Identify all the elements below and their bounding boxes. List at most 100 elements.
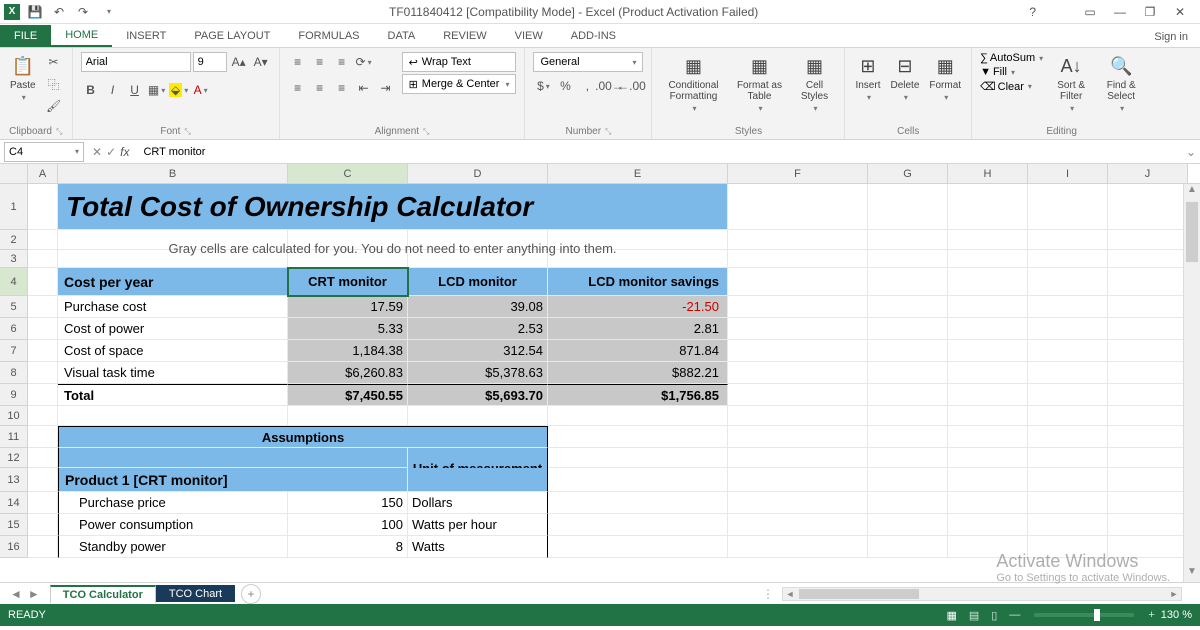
cell[interactable] [1028, 184, 1108, 230]
cell[interactable]: Total [58, 384, 288, 406]
row-header-8[interactable]: 8 [0, 362, 28, 384]
cell[interactable] [1108, 384, 1188, 406]
cell[interactable] [1028, 492, 1108, 514]
cell[interactable] [948, 362, 1028, 384]
cell[interactable] [28, 384, 58, 406]
fill-button[interactable]: ▼Fill▾ [980, 66, 1043, 78]
scroll-left-icon[interactable]: ◄ [783, 588, 797, 600]
cell[interactable] [1108, 268, 1188, 296]
cell[interactable] [1028, 468, 1108, 492]
cell[interactable]: 39.08 [408, 296, 548, 318]
undo-icon[interactable]: ↶ [50, 3, 68, 21]
row-header-2[interactable]: 2 [0, 230, 28, 250]
fill-color-button[interactable]: ⬙▾ [169, 80, 189, 100]
cell[interactable]: 2.53 [408, 318, 548, 340]
cell[interactable] [728, 250, 868, 268]
cell[interactable] [28, 448, 58, 468]
cell[interactable] [728, 362, 868, 384]
increase-indent-icon[interactable]: ⇥ [376, 78, 396, 98]
col-header-J[interactable]: J [1108, 164, 1188, 183]
maximize-icon[interactable]: ❐ [1136, 2, 1164, 22]
col-header-E[interactable]: E [548, 164, 728, 183]
zoom-slider[interactable] [1034, 613, 1134, 617]
cell[interactable]: Watts [408, 536, 548, 558]
row-header-5[interactable]: 5 [0, 296, 28, 318]
cell[interactable] [868, 468, 948, 492]
percent-format-icon[interactable]: % [555, 76, 575, 96]
cell[interactable] [28, 340, 58, 362]
cells-area[interactable]: Total Cost of Ownership CalculatorGray c… [28, 184, 1200, 582]
cell[interactable] [728, 514, 868, 536]
cell[interactable]: Cost of space [58, 340, 288, 362]
view-normal-icon[interactable]: ▦ [940, 609, 962, 622]
row-header-15[interactable]: 15 [0, 514, 28, 536]
tab-file[interactable]: FILE [0, 25, 51, 47]
cell[interactable] [408, 468, 548, 492]
insert-cells-button[interactable]: ⊞Insert▾ [853, 52, 882, 104]
bold-button[interactable]: B [81, 80, 101, 100]
cell[interactable] [728, 184, 868, 230]
cell[interactable]: Power consumption [58, 514, 288, 536]
row-header-6[interactable]: 6 [0, 318, 28, 340]
row-header-11[interactable]: 11 [0, 426, 28, 448]
cell[interactable] [1028, 340, 1108, 362]
cell[interactable] [28, 406, 58, 426]
border-button[interactable]: ▦▾ [147, 80, 167, 100]
cell[interactable] [948, 492, 1028, 514]
vertical-scrollbar[interactable]: ▲ ▼ [1183, 184, 1200, 582]
cell[interactable] [548, 406, 728, 426]
cell[interactable] [1108, 362, 1188, 384]
cell[interactable] [728, 468, 868, 492]
delete-cells-button[interactable]: ⊟Delete▾ [888, 52, 921, 104]
cell[interactable] [948, 340, 1028, 362]
cell[interactable] [728, 268, 868, 296]
scroll-down-icon[interactable]: ▼ [1184, 566, 1200, 582]
zoom-knob[interactable] [1094, 609, 1100, 621]
cell[interactable] [28, 362, 58, 384]
font-color-button[interactable]: A▾ [191, 80, 211, 100]
tab-formulas[interactable]: FORMULAS [284, 25, 373, 47]
cell[interactable] [1108, 184, 1188, 230]
cell[interactable] [28, 514, 58, 536]
cell[interactable] [1108, 492, 1188, 514]
cell[interactable]: 2.81 [548, 318, 728, 340]
save-icon[interactable]: 💾 [26, 3, 44, 21]
row-header-14[interactable]: 14 [0, 492, 28, 514]
cell[interactable] [948, 426, 1028, 448]
col-header-C[interactable]: C [288, 164, 408, 183]
cell[interactable] [1108, 230, 1188, 250]
cell[interactable] [728, 426, 868, 448]
alignment-expand-icon[interactable]: ⤡ [423, 127, 429, 137]
cell[interactable] [58, 448, 408, 468]
cell[interactable] [1028, 384, 1108, 406]
align-top-icon[interactable]: ≡ [288, 52, 308, 72]
cell[interactable]: Purchase cost [58, 296, 288, 318]
cell[interactable]: $5,378.63 [408, 362, 548, 384]
cell[interactable] [728, 406, 868, 426]
cell[interactable] [868, 514, 948, 536]
cell[interactable]: 8 [288, 536, 408, 558]
row-header-1[interactable]: 1 [0, 184, 28, 230]
ribbon-options-icon[interactable]: ▭ [1076, 2, 1104, 22]
cell[interactable] [548, 514, 728, 536]
view-page-break-icon[interactable]: ▯ [985, 609, 1003, 622]
cell[interactable]: Cost of power [58, 318, 288, 340]
cell[interactable] [1028, 362, 1108, 384]
sheet-tab-tco-chart[interactable]: TCO Chart [156, 585, 235, 602]
cell[interactable] [948, 230, 1028, 250]
cell[interactable] [948, 468, 1028, 492]
cell[interactable]: $5,693.70 [408, 384, 548, 406]
minimize-icon[interactable]: — [1106, 2, 1134, 22]
clear-button[interactable]: ⌫Clear▾ [980, 80, 1043, 93]
cell[interactable] [1108, 296, 1188, 318]
row-header-10[interactable]: 10 [0, 406, 28, 426]
merge-center-button[interactable]: ⊞Merge & Center▾ [402, 74, 517, 94]
sheet-nav-next-icon[interactable]: ► [28, 587, 40, 601]
decrease-indent-icon[interactable]: ⇤ [354, 78, 374, 98]
cell[interactable]: Visual task time [58, 362, 288, 384]
format-painter-icon[interactable]: 🖌 [44, 96, 64, 116]
cell[interactable]: 871.84 [548, 340, 728, 362]
tab-review[interactable]: REVIEW [429, 25, 500, 47]
help-icon[interactable]: ? [1029, 5, 1036, 19]
row-header-12[interactable]: 12 [0, 448, 28, 468]
